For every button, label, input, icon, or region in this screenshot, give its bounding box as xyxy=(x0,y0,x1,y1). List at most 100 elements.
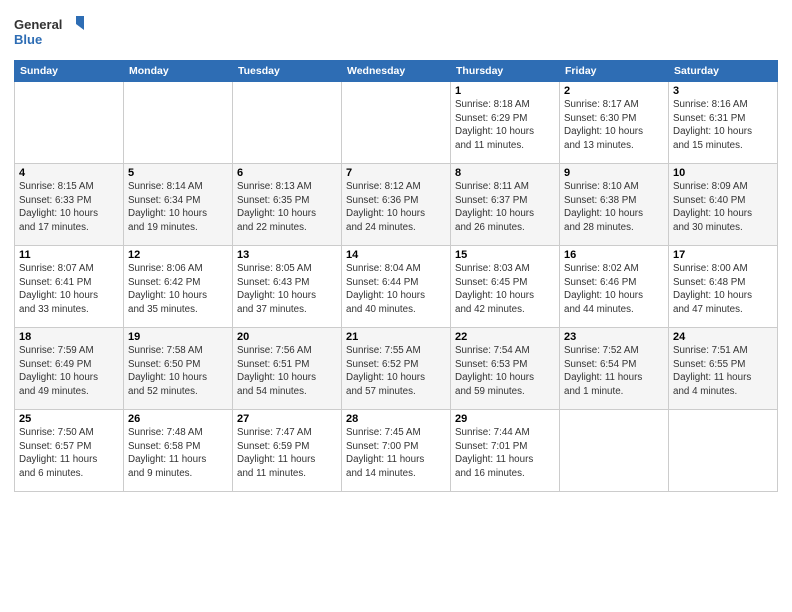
calendar-cell: 15Sunrise: 8:03 AMSunset: 6:45 PMDayligh… xyxy=(451,246,560,328)
day-number: 1 xyxy=(455,85,555,97)
weekday-wednesday: Wednesday xyxy=(342,61,451,82)
day-number: 3 xyxy=(673,85,773,97)
week-row-5: 25Sunrise: 7:50 AMSunset: 6:57 PMDayligh… xyxy=(15,410,778,492)
day-info: Sunrise: 7:56 AMSunset: 6:51 PMDaylight:… xyxy=(237,344,337,399)
calendar-cell: 27Sunrise: 7:47 AMSunset: 6:59 PMDayligh… xyxy=(233,410,342,492)
week-row-4: 18Sunrise: 7:59 AMSunset: 6:49 PMDayligh… xyxy=(15,328,778,410)
day-info: Sunrise: 7:58 AMSunset: 6:50 PMDaylight:… xyxy=(128,344,228,399)
calendar-cell: 19Sunrise: 7:58 AMSunset: 6:50 PMDayligh… xyxy=(124,328,233,410)
calendar-cell: 11Sunrise: 8:07 AMSunset: 6:41 PMDayligh… xyxy=(15,246,124,328)
day-number: 24 xyxy=(673,331,773,343)
day-info: Sunrise: 8:11 AMSunset: 6:37 PMDaylight:… xyxy=(455,180,555,235)
day-number: 15 xyxy=(455,249,555,261)
week-row-3: 11Sunrise: 8:07 AMSunset: 6:41 PMDayligh… xyxy=(15,246,778,328)
calendar-cell xyxy=(342,82,451,164)
day-info: Sunrise: 8:04 AMSunset: 6:44 PMDaylight:… xyxy=(346,262,446,317)
day-number: 10 xyxy=(673,167,773,179)
calendar-cell: 18Sunrise: 7:59 AMSunset: 6:49 PMDayligh… xyxy=(15,328,124,410)
day-number: 5 xyxy=(128,167,228,179)
calendar-cell: 22Sunrise: 7:54 AMSunset: 6:53 PMDayligh… xyxy=(451,328,560,410)
calendar-cell: 7Sunrise: 8:12 AMSunset: 6:36 PMDaylight… xyxy=(342,164,451,246)
day-number: 20 xyxy=(237,331,337,343)
day-info: Sunrise: 7:47 AMSunset: 6:59 PMDaylight:… xyxy=(237,426,337,481)
calendar-cell: 12Sunrise: 8:06 AMSunset: 6:42 PMDayligh… xyxy=(124,246,233,328)
calendar-cell: 13Sunrise: 8:05 AMSunset: 6:43 PMDayligh… xyxy=(233,246,342,328)
svg-text:General: General xyxy=(14,17,62,32)
day-number: 21 xyxy=(346,331,446,343)
calendar-cell: 21Sunrise: 7:55 AMSunset: 6:52 PMDayligh… xyxy=(342,328,451,410)
day-info: Sunrise: 8:13 AMSunset: 6:35 PMDaylight:… xyxy=(237,180,337,235)
svg-text:Blue: Blue xyxy=(14,32,42,47)
weekday-sunday: Sunday xyxy=(15,61,124,82)
day-number: 29 xyxy=(455,413,555,425)
day-info: Sunrise: 8:02 AMSunset: 6:46 PMDaylight:… xyxy=(564,262,664,317)
logo-svg: General Blue xyxy=(14,12,84,52)
calendar-cell: 4Sunrise: 8:15 AMSunset: 6:33 PMDaylight… xyxy=(15,164,124,246)
day-number: 8 xyxy=(455,167,555,179)
calendar-cell: 8Sunrise: 8:11 AMSunset: 6:37 PMDaylight… xyxy=(451,164,560,246)
calendar: SundayMondayTuesdayWednesdayThursdayFrid… xyxy=(14,60,778,492)
calendar-cell: 6Sunrise: 8:13 AMSunset: 6:35 PMDaylight… xyxy=(233,164,342,246)
day-number: 27 xyxy=(237,413,337,425)
day-number: 16 xyxy=(564,249,664,261)
calendar-cell: 23Sunrise: 7:52 AMSunset: 6:54 PMDayligh… xyxy=(560,328,669,410)
day-number: 11 xyxy=(19,249,119,261)
weekday-saturday: Saturday xyxy=(669,61,778,82)
page: General Blue SundayMondayTuesdayWednesda… xyxy=(0,0,792,612)
calendar-cell: 25Sunrise: 7:50 AMSunset: 6:57 PMDayligh… xyxy=(15,410,124,492)
day-info: Sunrise: 7:50 AMSunset: 6:57 PMDaylight:… xyxy=(19,426,119,481)
day-info: Sunrise: 7:59 AMSunset: 6:49 PMDaylight:… xyxy=(19,344,119,399)
day-info: Sunrise: 8:03 AMSunset: 6:45 PMDaylight:… xyxy=(455,262,555,317)
day-number: 13 xyxy=(237,249,337,261)
day-info: Sunrise: 7:54 AMSunset: 6:53 PMDaylight:… xyxy=(455,344,555,399)
day-number: 25 xyxy=(19,413,119,425)
calendar-cell: 1Sunrise: 8:18 AMSunset: 6:29 PMDaylight… xyxy=(451,82,560,164)
day-info: Sunrise: 7:55 AMSunset: 6:52 PMDaylight:… xyxy=(346,344,446,399)
day-info: Sunrise: 8:07 AMSunset: 6:41 PMDaylight:… xyxy=(19,262,119,317)
day-number: 18 xyxy=(19,331,119,343)
week-row-2: 4Sunrise: 8:15 AMSunset: 6:33 PMDaylight… xyxy=(15,164,778,246)
weekday-thursday: Thursday xyxy=(451,61,560,82)
calendar-cell: 16Sunrise: 8:02 AMSunset: 6:46 PMDayligh… xyxy=(560,246,669,328)
calendar-cell: 24Sunrise: 7:51 AMSunset: 6:55 PMDayligh… xyxy=(669,328,778,410)
calendar-cell: 14Sunrise: 8:04 AMSunset: 6:44 PMDayligh… xyxy=(342,246,451,328)
day-info: Sunrise: 8:16 AMSunset: 6:31 PMDaylight:… xyxy=(673,98,773,153)
calendar-cell: 17Sunrise: 8:00 AMSunset: 6:48 PMDayligh… xyxy=(669,246,778,328)
calendar-cell xyxy=(560,410,669,492)
calendar-cell: 10Sunrise: 8:09 AMSunset: 6:40 PMDayligh… xyxy=(669,164,778,246)
day-number: 6 xyxy=(237,167,337,179)
day-info: Sunrise: 8:12 AMSunset: 6:36 PMDaylight:… xyxy=(346,180,446,235)
calendar-cell: 26Sunrise: 7:48 AMSunset: 6:58 PMDayligh… xyxy=(124,410,233,492)
day-number: 12 xyxy=(128,249,228,261)
day-number: 17 xyxy=(673,249,773,261)
day-info: Sunrise: 7:48 AMSunset: 6:58 PMDaylight:… xyxy=(128,426,228,481)
day-info: Sunrise: 7:51 AMSunset: 6:55 PMDaylight:… xyxy=(673,344,773,399)
day-number: 14 xyxy=(346,249,446,261)
logo: General Blue xyxy=(14,12,84,52)
calendar-cell: 2Sunrise: 8:17 AMSunset: 6:30 PMDaylight… xyxy=(560,82,669,164)
calendar-cell: 28Sunrise: 7:45 AMSunset: 7:00 PMDayligh… xyxy=(342,410,451,492)
day-info: Sunrise: 8:18 AMSunset: 6:29 PMDaylight:… xyxy=(455,98,555,153)
calendar-cell: 3Sunrise: 8:16 AMSunset: 6:31 PMDaylight… xyxy=(669,82,778,164)
day-number: 19 xyxy=(128,331,228,343)
week-row-1: 1Sunrise: 8:18 AMSunset: 6:29 PMDaylight… xyxy=(15,82,778,164)
day-info: Sunrise: 8:17 AMSunset: 6:30 PMDaylight:… xyxy=(564,98,664,153)
weekday-friday: Friday xyxy=(560,61,669,82)
day-number: 22 xyxy=(455,331,555,343)
day-number: 7 xyxy=(346,167,446,179)
day-info: Sunrise: 7:45 AMSunset: 7:00 PMDaylight:… xyxy=(346,426,446,481)
header: General Blue xyxy=(14,12,778,52)
calendar-cell xyxy=(669,410,778,492)
day-number: 4 xyxy=(19,167,119,179)
day-number: 2 xyxy=(564,85,664,97)
weekday-header-row: SundayMondayTuesdayWednesdayThursdayFrid… xyxy=(15,61,778,82)
day-info: Sunrise: 7:52 AMSunset: 6:54 PMDaylight:… xyxy=(564,344,664,399)
weekday-tuesday: Tuesday xyxy=(233,61,342,82)
day-info: Sunrise: 8:10 AMSunset: 6:38 PMDaylight:… xyxy=(564,180,664,235)
day-info: Sunrise: 8:06 AMSunset: 6:42 PMDaylight:… xyxy=(128,262,228,317)
calendar-cell: 5Sunrise: 8:14 AMSunset: 6:34 PMDaylight… xyxy=(124,164,233,246)
calendar-cell xyxy=(124,82,233,164)
calendar-cell: 29Sunrise: 7:44 AMSunset: 7:01 PMDayligh… xyxy=(451,410,560,492)
calendar-cell: 9Sunrise: 8:10 AMSunset: 6:38 PMDaylight… xyxy=(560,164,669,246)
weekday-monday: Monday xyxy=(124,61,233,82)
